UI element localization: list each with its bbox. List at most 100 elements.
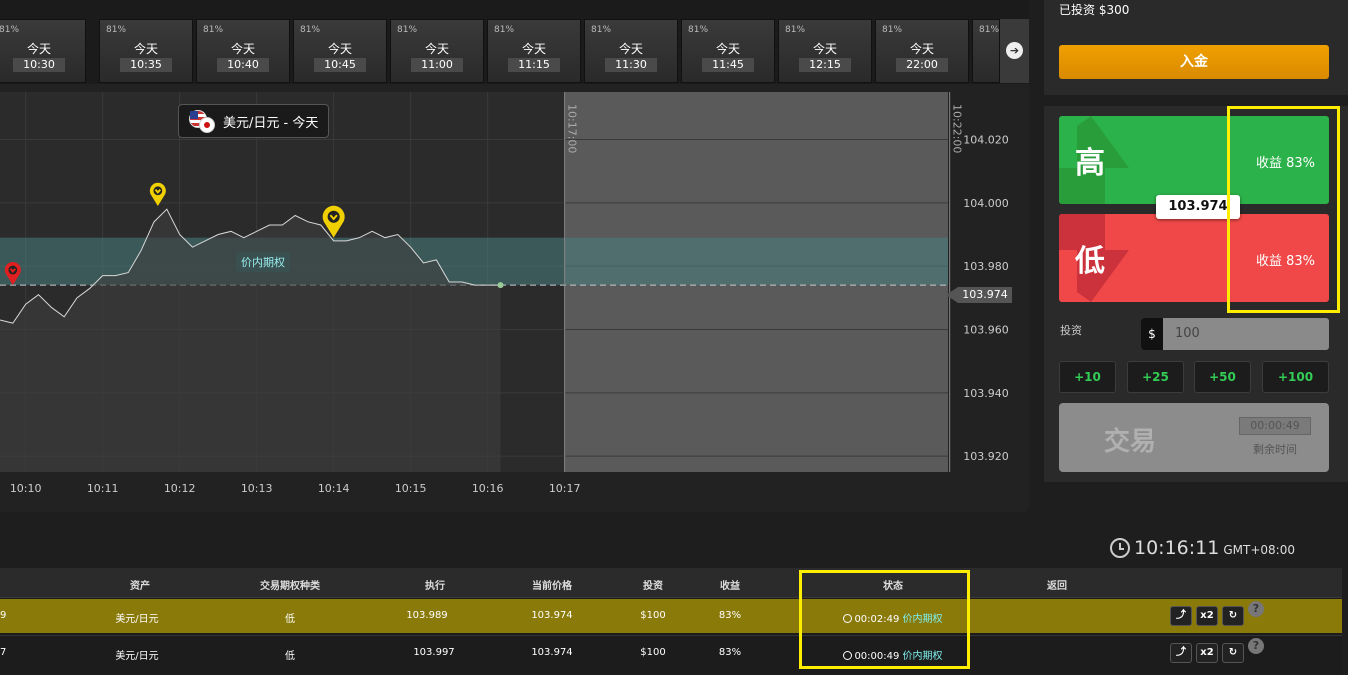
x-tick-label: 10:16 [472, 482, 504, 495]
y-tick-label: 104.000 [963, 197, 1009, 210]
row-strike: 103.989 [406, 610, 448, 621]
quick-add-25-button[interactable]: +25 [1127, 361, 1184, 393]
tab-time: 22:00 [896, 58, 948, 72]
help-icon[interactable]: ? [1248, 601, 1264, 617]
tab-day: 今天 [327, 42, 352, 56]
row-current: 103.974 [531, 610, 573, 621]
row-type: 低 [285, 614, 295, 625]
y-tick-label: 103.960 [963, 324, 1009, 337]
rollover-button[interactable]: ⤴ [1170, 643, 1192, 663]
tab-time: 10:30 [13, 58, 65, 72]
expiry-tab[interactable]: 81% 今天 11:15 [487, 19, 581, 83]
payout-highlight-box [1227, 106, 1340, 313]
tab-day: 今天 [133, 42, 158, 56]
tab-day: 今天 [521, 42, 546, 56]
next-tabs-button[interactable]: ➔ [1000, 19, 1029, 83]
tab-day: 今天 [715, 42, 740, 56]
expiry-tab[interactable]: 81% [972, 19, 1000, 83]
row-payout: 83% [718, 647, 742, 658]
x-tick-label: 10:17 [549, 482, 581, 495]
expiry-tab[interactable]: 81% 今天 12:15 [778, 19, 872, 83]
expiry-tab[interactable]: 81% 今天 10:45 [293, 19, 387, 83]
y-tick-label: 103.940 [963, 387, 1009, 400]
col-strike: 执行 [425, 581, 445, 592]
expiry-tab[interactable]: 81% 今天 11:00 [390, 19, 484, 83]
tab-percent: 81% [203, 25, 224, 35]
price-chart[interactable]: 10:10 10:11 10:12 10:13 10:14 10:15 10:16 10:17… [0, 84, 1029, 512]
remaining-time-label: 剩余时间 [1253, 443, 1297, 456]
expiry-tab[interactable]: 81% 今天 10:30 [0, 19, 86, 83]
row-id: 7 [0, 647, 7, 658]
refresh-button[interactable]: ↻ [1222, 606, 1244, 626]
expiry-tabs-bar: 81% 今天 10:30 81% 今天 10:35 81% 今天 10:40 81% 今天 10… [0, 0, 1029, 84]
tab-time: 11:15 [508, 58, 560, 72]
x-tick-label: 10:13 [241, 482, 273, 495]
tab-day: 今天 [26, 42, 51, 56]
expiry-time-label: 10:17:00 [566, 104, 579, 153]
refresh-button[interactable]: ↻ [1222, 643, 1244, 663]
row-strike: 103.997 [413, 647, 455, 658]
jp-flag-icon [199, 117, 215, 133]
investment-input[interactable]: 100 [1175, 326, 1200, 341]
expiry-tab[interactable]: 81% 今天 11:45 [681, 19, 775, 83]
tab-percent: 81% [494, 25, 515, 35]
deposit-button[interactable]: 入金 [1059, 45, 1329, 79]
server-clock: 10:16:11 GMT+08:00 [1110, 537, 1295, 559]
low-label: 低 [1075, 244, 1105, 279]
x-tick-label: 10:10 [10, 482, 42, 495]
expiry-tab[interactable]: 81% 今天 10:40 [196, 19, 290, 83]
clock-icon [1110, 538, 1130, 558]
quick-add-10-button[interactable]: +10 [1059, 361, 1116, 393]
in-the-money-label: 价内期权 [236, 252, 290, 272]
tab-time: 10:35 [120, 58, 172, 72]
current-price-tag: 103.974 [946, 287, 1012, 303]
trade-label: 交易 [1104, 427, 1157, 457]
table-row[interactable]: 7 美元/日元 低 103.997 103.974 $100 83% 00:00… [0, 635, 1342, 669]
double-up-button[interactable]: x2 [1196, 643, 1218, 663]
col-payout: 收益 [720, 581, 740, 592]
row-actions: ⤴ x2 ↻ ? [1170, 601, 1264, 626]
help-icon[interactable]: ? [1248, 638, 1264, 654]
row-payout: 83% [718, 610, 742, 621]
tab-percent: 81% [591, 25, 612, 35]
invested-amount: 已投资 $300 [1059, 3, 1130, 17]
rollover-button[interactable]: ⤴ [1170, 606, 1192, 626]
tab-percent: 81% [979, 25, 1000, 35]
table-header: 资产 交易期权种类 执行 当前价格 投资 收益 状态 返回 [0, 568, 1342, 598]
countdown-timer: 00:00:49 [1239, 417, 1311, 435]
trade-button[interactable]: 交易 00:00:49 剩余时间 [1059, 403, 1329, 472]
quick-add-100-button[interactable]: +100 [1262, 361, 1329, 393]
open-trades-table: 资产 交易期权种类 执行 当前价格 投资 收益 状态 返回 9 美元/日元 低 … [0, 568, 1342, 675]
x-tick-label: 10:11 [87, 482, 119, 495]
account-panel: 已投资 $300 入金 [1044, 0, 1348, 95]
clock-time: 10:16:11 [1134, 537, 1220, 559]
tab-day: 今天 [618, 42, 643, 56]
tab-percent: 81% [300, 25, 321, 35]
tab-time: 10:45 [314, 58, 366, 72]
row-asset: 美元/日元 [115, 651, 159, 662]
tab-percent: 81% [106, 25, 127, 35]
expiry-tab[interactable]: 81% 今天 11:30 [584, 19, 678, 83]
x-tick-label: 10:14 [318, 482, 350, 495]
clock-timezone: GMT+08:00 [1223, 543, 1295, 557]
row-actions: ⤴ x2 ↻ ? [1170, 638, 1264, 663]
asset-selector[interactable]: 美元/日元 - 今天 [178, 104, 330, 138]
currency-symbol: $ [1141, 318, 1163, 350]
expiry-tab[interactable]: 81% 今天 22:00 [875, 19, 969, 83]
tab-day: 今天 [909, 42, 934, 56]
x-tick-label: 10:15 [395, 482, 427, 495]
col-option-type: 交易期权种类 [260, 581, 320, 592]
tab-day: 今天 [230, 42, 255, 56]
quick-add-50-button[interactable]: +50 [1194, 361, 1251, 393]
arrow-right-icon: ➔ [1006, 42, 1023, 59]
double-up-button[interactable]: x2 [1196, 606, 1218, 626]
y-tick-label: 103.980 [963, 260, 1009, 273]
tab-time: 10:40 [217, 58, 269, 72]
high-label: 高 [1075, 146, 1105, 181]
row-type: 低 [285, 651, 295, 662]
last-price-dot [497, 282, 504, 289]
table-row[interactable]: 9 美元/日元 低 103.989 103.974 $100 83% 00:02… [0, 599, 1342, 633]
expiry-tab[interactable]: 81% 今天 10:35 [99, 19, 193, 83]
expiry-time-label: 10:22:00 [951, 104, 964, 153]
investment-field[interactable]: $ 100 [1141, 318, 1329, 350]
